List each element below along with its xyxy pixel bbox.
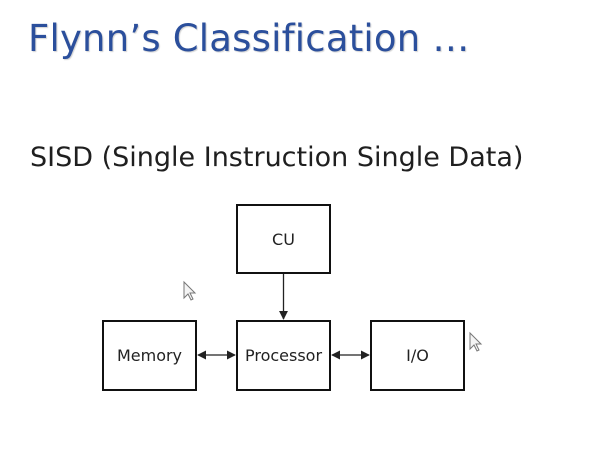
processor-node: Processor [236, 320, 331, 391]
io-label: I/O [406, 346, 429, 365]
io-node: I/O [370, 320, 465, 391]
mouse-pointer-icon [469, 331, 483, 352]
mouse-pointer-icon [183, 280, 197, 301]
cu-label: CU [272, 230, 295, 249]
processor-label: Processor [245, 346, 322, 365]
sisd-diagram: CU Memory Processor I/O [102, 204, 483, 391]
cu-node: CU [236, 204, 331, 274]
memory-label: Memory [117, 346, 182, 365]
slide: Flynn’s Classification … SISD (Single In… [0, 0, 595, 465]
memory-node: Memory [102, 320, 197, 391]
